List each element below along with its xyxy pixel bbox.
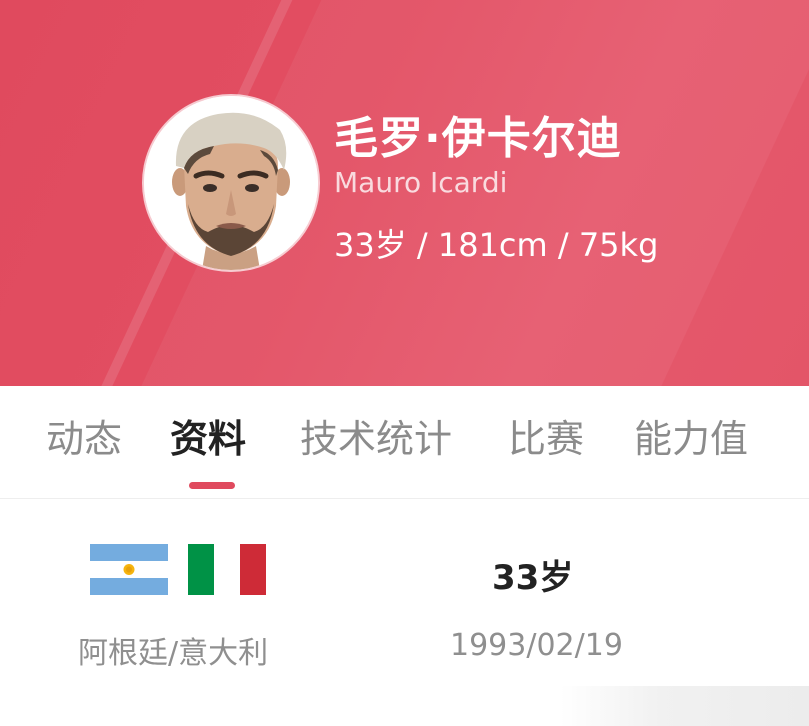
nationality: 阿根廷/意大利 — [78, 636, 269, 671]
avatar — [144, 96, 318, 270]
age-value: 33岁 — [492, 558, 574, 598]
player-age-height-weight: 33岁 / 181cm / 75kg — [334, 226, 659, 264]
bottom-fade — [560, 686, 809, 726]
tab-profile[interactable]: 资料 — [170, 408, 246, 463]
birth-date: 1993/02/19 — [450, 628, 623, 663]
player-photo — [144, 96, 318, 270]
argentina-flag-icon — [90, 544, 168, 595]
player-name-chinese: 毛罗·伊卡尔迪 — [334, 113, 622, 164]
profile-tabs: 动态 资料 技术统计 比赛 能力值 — [0, 386, 809, 499]
tab-matches[interactable]: 比赛 — [508, 408, 584, 463]
profile-header: 毛罗·伊卡尔迪 Mauro Icardi 33岁 / 181cm / 75kg — [0, 0, 809, 386]
active-tab-indicator — [189, 482, 235, 489]
tab-statistics[interactable]: 技术统计 — [300, 408, 452, 463]
tab-ratings[interactable]: 能力值 — [634, 408, 748, 463]
italy-flag-icon — [188, 544, 266, 595]
player-name-english: Mauro Icardi — [334, 166, 508, 199]
tab-news[interactable]: 动态 — [46, 408, 122, 463]
